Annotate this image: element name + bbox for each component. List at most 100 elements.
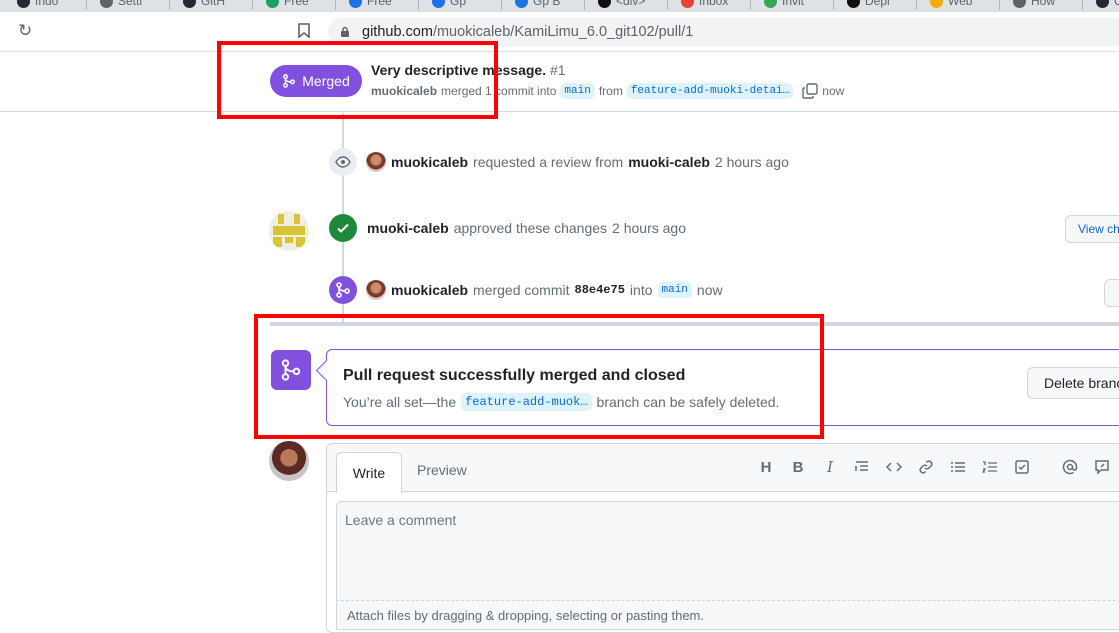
event-time[interactable]: 2 hours ago (612, 220, 686, 236)
actor-link[interactable]: muoki-caleb (367, 220, 449, 236)
tasklist-icon[interactable] (1013, 458, 1031, 476)
tab-favicon-icon (100, 0, 113, 8)
browser-tab[interactable]: Gp (424, 0, 502, 10)
browser-tab[interactable]: How (1005, 0, 1083, 10)
tab-label: Clon (1114, 0, 1119, 8)
avatar[interactable] (366, 152, 386, 172)
tab-label: <div> (616, 0, 646, 8)
browser-toolbar: ↻ github.com/muokicaleb/KamiLimu_6.0_git… (0, 12, 1119, 52)
quote-icon[interactable] (853, 458, 871, 476)
tab-favicon-icon (1096, 0, 1109, 8)
tab-label: Inbox (699, 0, 729, 8)
tab-favicon-icon (183, 0, 196, 8)
attach-files-area[interactable]: Attach files by dragging & dropping, sel… (336, 600, 1119, 630)
merge-event-icon (329, 276, 357, 304)
review-request-event-icon (329, 148, 357, 176)
annotation-box (254, 314, 824, 439)
browser-tab[interactable]: Invit (756, 0, 834, 10)
annotation-box (217, 41, 498, 119)
browser-tab[interactable]: Free (341, 0, 419, 10)
ordered-list-icon[interactable] (981, 458, 999, 476)
bookmark-icon[interactable] (298, 23, 310, 38)
view-changes-button[interactable]: View ch (1065, 215, 1119, 243)
mention-icon[interactable] (1061, 458, 1079, 476)
tab-favicon-icon (266, 0, 279, 8)
base-branch[interactable]: main (560, 83, 595, 99)
merge-commit-event: muokicaleb merged commit 88e4e75 into ma… (366, 280, 723, 300)
browser-tab[interactable]: Web (922, 0, 1000, 10)
browser-tab[interactable]: Inbox (673, 0, 751, 10)
pr-from-text: from (598, 84, 623, 98)
url-path: /muokicaleb/KamiLimu_6.0_git102/pull/1 (432, 24, 694, 40)
tab-favicon-icon (1013, 0, 1026, 8)
reload-icon[interactable]: ↻ (18, 22, 36, 40)
tab-label: Gp B (533, 0, 561, 8)
browser-tab[interactable]: <div> (590, 0, 668, 10)
tab-label: Indo (35, 0, 59, 8)
tab-label: Free (284, 0, 309, 8)
tab-favicon-icon (515, 0, 528, 8)
avatar[interactable] (366, 280, 386, 300)
browser-tab[interactable]: Setti (92, 0, 170, 10)
actor-link[interactable]: muokicaleb (391, 154, 468, 170)
comment-textarea[interactable]: Leave a comment (336, 501, 1119, 601)
link-icon[interactable] (917, 458, 935, 476)
lock-icon (341, 26, 349, 37)
eye-icon (335, 156, 351, 168)
delete-branch-button[interactable]: Delete branch (1027, 367, 1119, 399)
heading-icon[interactable]: H (757, 458, 775, 476)
revert-button[interactable] (1104, 279, 1119, 307)
italic-icon[interactable]: I (821, 458, 839, 476)
bold-icon[interactable]: B (789, 458, 807, 476)
event-text: requested a review from (473, 154, 624, 170)
commit-sha-link[interactable]: 88e4e75 (575, 283, 625, 297)
pr-number: #1 (550, 62, 566, 78)
reviewer-link[interactable]: muoki-caleb (628, 154, 710, 170)
check-icon (337, 223, 349, 233)
comment-toolbar: Write Preview H B I (327, 444, 1119, 493)
actor-link[interactable]: muokicaleb (391, 282, 468, 298)
browser-tab[interactable]: Depl (839, 0, 917, 10)
browser-tab[interactable]: Gp B (507, 0, 585, 10)
comment-composer: Write Preview H B I Leave a comment Atta… (326, 443, 1119, 633)
tab-label: Gp (450, 0, 467, 8)
tab-favicon-icon (681, 0, 694, 8)
identicon (269, 211, 309, 251)
copy-icon[interactable] (802, 83, 818, 99)
tab-preview[interactable]: Preview (417, 462, 467, 478)
tab-favicon-icon (432, 0, 445, 8)
tab-favicon-icon (598, 0, 611, 8)
browser-tab[interactable]: GitH (175, 0, 253, 10)
url-host: github.com (362, 24, 433, 40)
approval-event: muoki-caleb approved these changes 2 hou… (367, 220, 686, 236)
review-request-event: muokicaleb requested a review from muoki… (366, 152, 789, 172)
tab-label: GitH (201, 0, 225, 8)
tab-write[interactable]: Write (336, 452, 402, 493)
head-branch[interactable]: feature-add-muoki-detai… (626, 83, 794, 99)
tab-favicon-icon (17, 0, 30, 8)
unordered-list-icon[interactable] (949, 458, 967, 476)
approved-event-icon (329, 214, 357, 242)
event-time[interactable]: 2 hours ago (715, 154, 789, 170)
current-user-avatar[interactable] (269, 441, 309, 481)
event-text: merged commit (473, 282, 570, 298)
reviewer-avatar[interactable] (269, 211, 309, 251)
tab-favicon-icon (930, 0, 943, 8)
url-text: github.com/muokicaleb/KamiLimu_6.0_git10… (362, 24, 693, 40)
reference-icon[interactable] (1093, 458, 1111, 476)
event-text: approved these changes (453, 220, 608, 236)
target-branch[interactable]: main (657, 282, 692, 298)
browser-tab-strip: Indo Setti GitH Free Free Gp Gp B <div> Inbox Inv… (0, 0, 1119, 12)
pr-merge-time: now (822, 84, 845, 98)
tab-label: Setti (118, 0, 143, 8)
tab-favicon-icon (349, 0, 362, 8)
event-time[interactable]: now (697, 282, 723, 298)
tab-label: Web (948, 0, 973, 8)
browser-tab[interactable]: Clon (1088, 0, 1119, 10)
tab-favicon-icon (847, 0, 860, 8)
code-icon[interactable] (885, 458, 903, 476)
browser-tab[interactable]: Indo (9, 0, 87, 10)
tab-label: Invit (782, 0, 805, 8)
browser-tab[interactable]: Free (258, 0, 336, 10)
tab-label: Depl (865, 0, 890, 8)
